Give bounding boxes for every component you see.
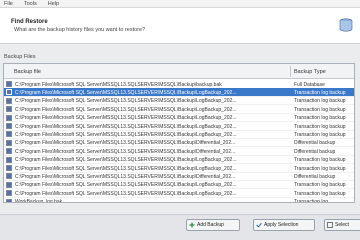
row-checkbox[interactable] [6, 148, 12, 155]
row-checkbox[interactable] [6, 156, 12, 163]
table-row[interactable]: C:\Program Files\Microsoft SQL Server\MS… [4, 80, 354, 89]
row-checkbox[interactable] [6, 139, 12, 146]
table-row[interactable]: C:\Program Files\Microsoft SQL Server\MS… [4, 164, 354, 173]
backup-type: Transaction log backup [294, 165, 346, 172]
backup-type: Transaction log backup [294, 89, 346, 96]
backup-type: Differential backup [294, 173, 336, 180]
add-backup-button[interactable]: Add Backup [186, 219, 240, 231]
menu-file[interactable]: File [4, 1, 13, 7]
menu-help[interactable]: Help [48, 1, 59, 7]
backup-file-path: C:\Program Files\Microsoft SQL Server\MS… [15, 106, 237, 113]
row-checkbox[interactable] [6, 131, 12, 138]
row-checkbox[interactable] [6, 89, 12, 96]
table-row[interactable]: C:\Program Files\Microsoft SQL Server\MS… [4, 97, 354, 106]
backup-file-path: C:\Program Files\Microsoft SQL Server\MS… [15, 140, 236, 147]
backup-file-path: C:\Program Files\Microsoft SQL Server\MS… [15, 131, 237, 138]
select-icon [327, 222, 333, 228]
column-divider[interactable] [290, 66, 291, 77]
backup-file-path: WorkBackup_log.bak [15, 199, 63, 203]
grid-header: Backup file Backup Type [4, 64, 354, 79]
backup-type: Differential backup [294, 140, 336, 147]
select-label: Select [335, 222, 349, 228]
backup-file-path: C:\Program Files\Microsoft SQL Server\MS… [15, 157, 237, 164]
table-row[interactable]: C:\Program Files\Microsoft SQL Server\MS… [4, 105, 354, 114]
row-checkbox[interactable] [6, 114, 12, 121]
backup-type: Transaction log backup [294, 131, 346, 138]
backup-type: Full Database [294, 81, 325, 88]
table-row[interactable]: C:\Program Files\Microsoft SQL Server\MS… [4, 172, 354, 181]
table-row[interactable]: C:\Program Files\Microsoft SQL Server\MS… [4, 181, 354, 190]
row-checkbox[interactable] [6, 198, 12, 202]
backup-file-path: C:\Program Files\Microsoft SQL Server\MS… [15, 148, 236, 155]
backup-type: Transaction log backup [294, 98, 346, 105]
backup-file-path: C:\Program Files\Microsoft SQL Server\MS… [15, 190, 237, 197]
apply-selection-label: Apply Selection [264, 222, 299, 228]
backup-type: Transaction log backup [294, 190, 346, 197]
table-row[interactable]: C:\Program Files\Microsoft SQL Server\MS… [4, 156, 354, 165]
backup-file-path: C:\Program Files\Microsoft SQL Server\MS… [15, 115, 237, 122]
backup-files-label: Backup Files [4, 54, 36, 60]
table-row[interactable]: C:\Program Files\Microsoft SQL Server\MS… [4, 130, 354, 139]
table-row[interactable]: C:\Program Files\Microsoft SQL Server\MS… [4, 189, 354, 198]
menu-tools[interactable]: Tools [24, 1, 37, 7]
table-row[interactable]: WorkBackup_log.bak Transaction log [4, 198, 354, 203]
add-icon [189, 222, 195, 228]
apply-selection-button[interactable]: Apply Selection [253, 219, 315, 231]
row-checkbox[interactable] [6, 123, 12, 129]
table-row[interactable]: C:\Program Files\Microsoft SQL Server\MS… [4, 114, 354, 123]
backup-type: Transaction log backup [294, 106, 346, 113]
row-checkbox[interactable] [6, 173, 12, 180]
backup-file-path: C:\Program Files\Microsoft SQL Server\MS… [15, 165, 237, 172]
row-checkbox[interactable] [6, 165, 12, 171]
backup-type: Transaction log backup [294, 115, 346, 122]
wizard-header: Find Restore What are the backup history… [0, 8, 360, 44]
row-checkbox[interactable] [6, 97, 12, 104]
row-checkbox[interactable] [6, 106, 12, 113]
table-row[interactable]: C:\Program Files\Microsoft SQL Server\MS… [4, 139, 354, 148]
backup-file-path: C:\Program Files\Microsoft SQL Server\MS… [15, 123, 237, 130]
backup-files-grid[interactable]: Backup file Backup Type C:\Program Files… [3, 63, 355, 203]
database-icon [339, 18, 353, 32]
add-backup-label: Add Backup [197, 222, 224, 228]
row-checkbox[interactable] [6, 181, 12, 188]
table-row[interactable]: C:\Program Files\Microsoft SQL Server\MS… [4, 147, 354, 156]
backup-type: Differential backup [294, 148, 336, 155]
row-checkbox[interactable] [6, 190, 12, 197]
backup-type: Transaction log [294, 199, 328, 203]
page-subtitle: What are the backup history files you wa… [14, 27, 146, 33]
backup-file-path: C:\Program Files\Microsoft SQL Server\MS… [15, 89, 237, 96]
table-row[interactable]: C:\Program Files\Microsoft SQL Server\MS… [4, 122, 354, 131]
backup-type: Transaction log backup [294, 157, 346, 164]
page-title: Find Restore [11, 19, 48, 25]
backup-type: Transaction log backup [294, 182, 346, 189]
menu-bar: File Tools Help [0, 0, 360, 8]
backup-file-path: C:\Program Files\Microsoft SQL Server\MS… [15, 173, 236, 180]
backup-file-path: C:\Program Files\Microsoft SQL Server\MS… [15, 81, 222, 88]
apply-icon [256, 222, 262, 228]
column-header-file[interactable]: Backup file [14, 69, 41, 75]
table-row[interactable]: C:\Program Files\Microsoft SQL Server\MS… [4, 88, 354, 97]
backup-file-path: C:\Program Files\Microsoft SQL Server\MS… [15, 98, 237, 105]
backup-type: Transaction log backup [294, 123, 346, 130]
restore-window: File Tools Help Find Restore What are th… [0, 0, 360, 240]
select-button[interactable]: Select [324, 219, 360, 231]
row-checkbox[interactable] [6, 81, 12, 87]
backup-file-path: C:\Program Files\Microsoft SQL Server\MS… [15, 182, 237, 189]
column-header-type[interactable]: Backup Type [294, 69, 326, 75]
